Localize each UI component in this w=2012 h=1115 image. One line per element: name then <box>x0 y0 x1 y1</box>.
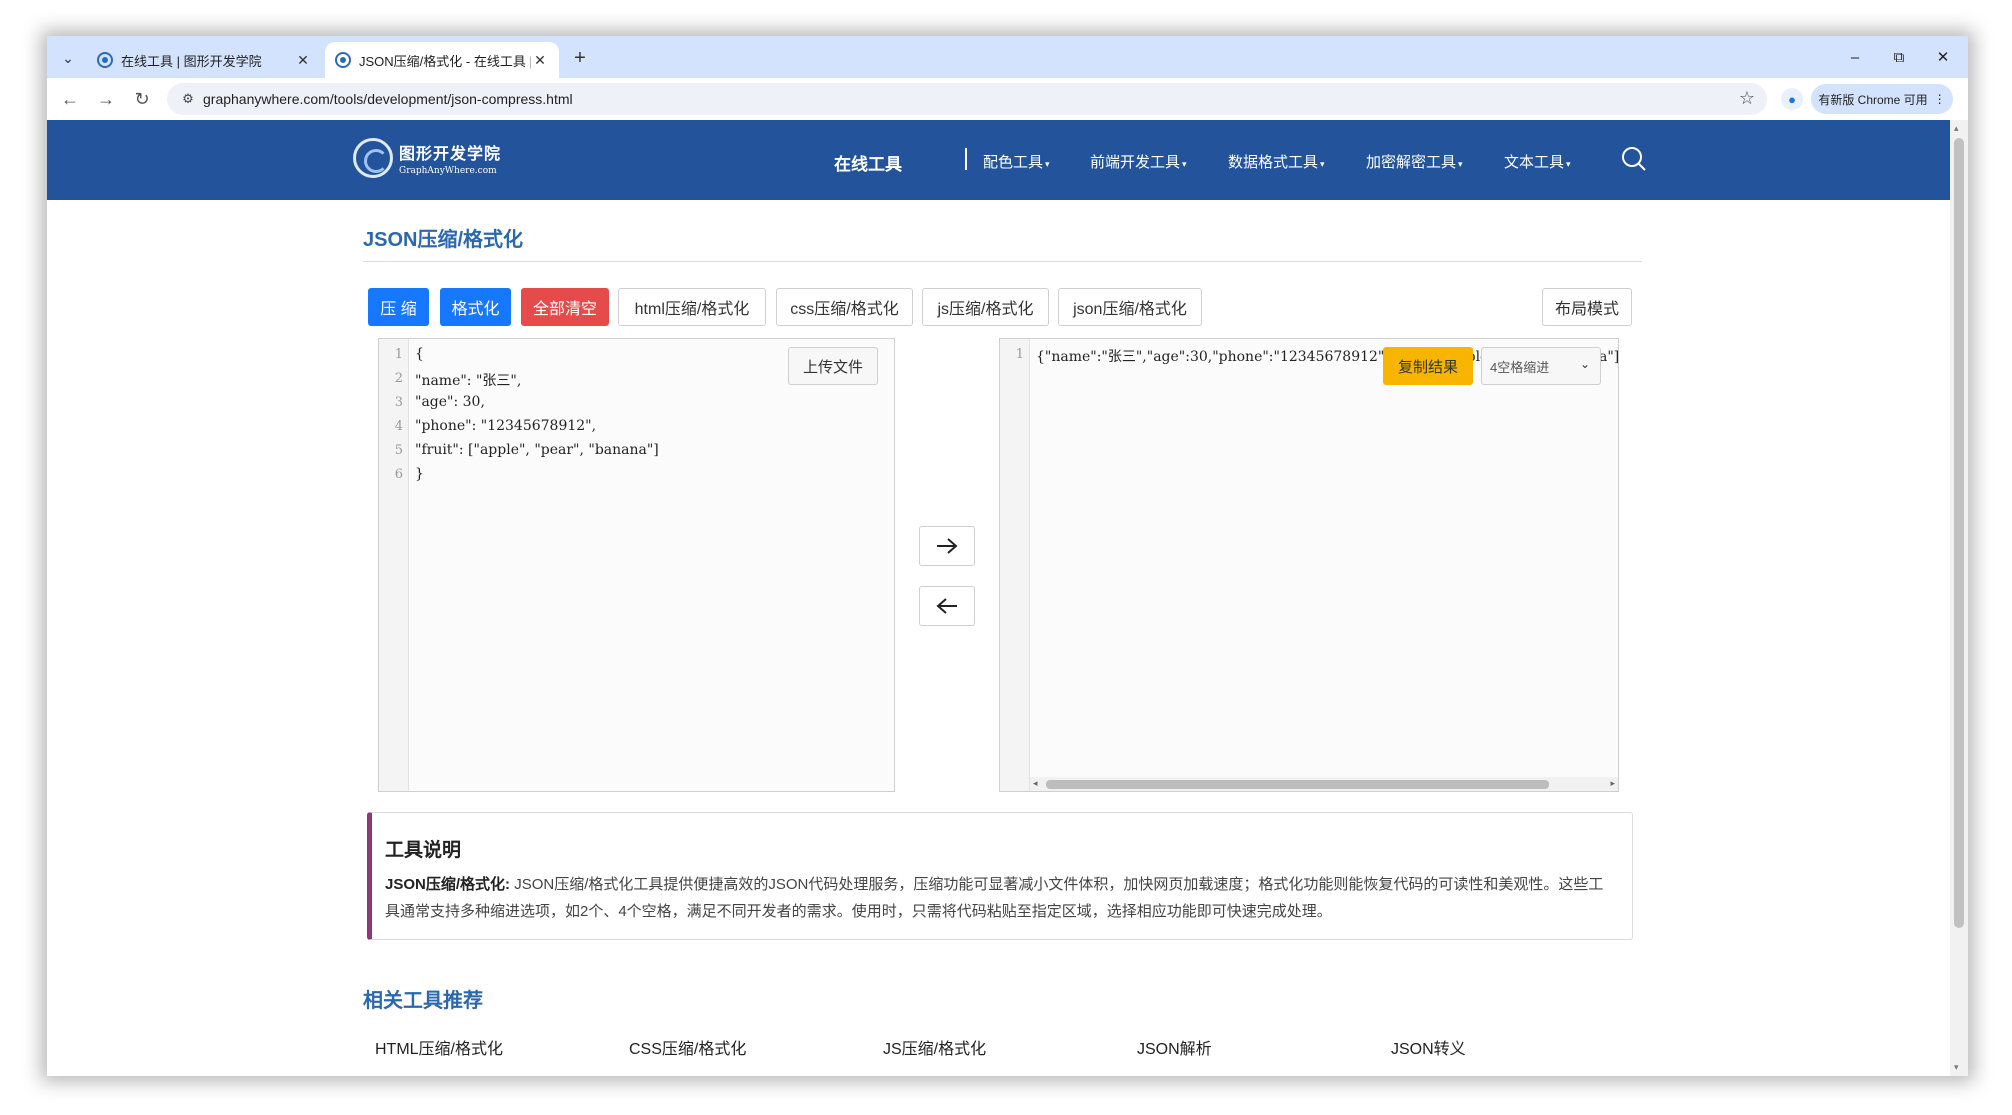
line-gutter: 1 2 3 4 5 6 <box>379 339 409 791</box>
bookmark-star-icon[interactable]: ☆ <box>1739 88 1755 109</box>
tab-close-icon[interactable]: ✕ <box>294 52 312 69</box>
nav-frontend-tools[interactable]: 前端开发工具 ▾ <box>1090 151 1187 172</box>
arrow-left-icon <box>936 598 957 614</box>
output-editor[interactable]: 1 {"name":"张三","age":30,"phone":"1234567… <box>999 338 1619 792</box>
update-chip-label: 有新版 Chrome 可用 <box>1818 92 1928 107</box>
related-tools-title: 相关工具推荐 <box>363 990 483 1012</box>
nav-crypto-tools[interactable]: 加密解密工具 ▾ <box>1366 151 1463 172</box>
nav-text-tools[interactable]: 文本工具 ▾ <box>1504 151 1571 172</box>
code-line: "name": "张三", <box>415 373 522 389</box>
json-tool-button[interactable]: json压缩/格式化 <box>1058 288 1202 326</box>
clear-all-button[interactable]: 全部清空 <box>521 288 609 326</box>
upload-file-button[interactable]: 上传文件 <box>788 347 878 385</box>
format-button[interactable]: 格式化 <box>440 288 511 326</box>
chrome-update-button[interactable]: 有新版 Chrome 可用 ⋮ <box>1811 84 1953 114</box>
arrow-left-button[interactable] <box>919 586 975 626</box>
browser-window: ⌄ 在线工具 | 图形开发学院 ✕ JSON压缩/格式化 - 在线工具 | ✕ … <box>47 36 1968 1076</box>
code-line: { <box>415 346 424 362</box>
layout-mode-button[interactable]: 布局模式 <box>1542 288 1632 326</box>
tab-close-icon[interactable]: ✕ <box>531 52 549 69</box>
url-text: graphanywhere.com/tools/development/json… <box>203 91 573 107</box>
logo-cn: 图形开发学院 <box>399 146 502 163</box>
page-scrollbar[interactable]: ▴ ▾ <box>1950 120 1968 1076</box>
page-title: JSON压缩/格式化 <box>363 229 524 251</box>
logo-en: GraphAnyWhere.com <box>399 166 497 176</box>
description-text: JSON压缩/格式化: JSON压缩/格式化工具提供便捷高效的JSON代码处理服… <box>385 871 1615 925</box>
html-tool-button[interactable]: html压缩/格式化 <box>618 288 766 326</box>
code-line: "phone": "12345678912", <box>415 418 597 434</box>
nav-color-tools[interactable]: 配色工具 ▾ <box>983 151 1050 172</box>
code-line: "age": 30, <box>415 394 485 410</box>
tool-description-panel: 工具说明 JSON压缩/格式化: JSON压缩/格式化工具提供便捷高效的JSON… <box>367 812 1633 940</box>
menu-dots-icon: ⋮ <box>1933 92 1946 106</box>
scroll-left-icon[interactable]: ◂ <box>1033 778 1038 789</box>
related-link-js[interactable]: JS压缩/格式化 <box>883 1035 986 1059</box>
caret-down-icon: ▾ <box>1566 159 1571 169</box>
site-favicon-icon <box>97 52 113 68</box>
address-bar[interactable]: ⚙ graphanywhere.com/tools/development/js… <box>167 83 1767 115</box>
indent-select[interactable]: 4空格缩进 ⌄ <box>1481 347 1601 385</box>
scroll-down-icon[interactable]: ▾ <box>1954 1062 1959 1073</box>
back-arrow-icon[interactable]: ← <box>57 86 83 112</box>
tab-online-tools[interactable]: 在线工具 | 图形开发学院 ✕ <box>87 42 322 78</box>
scrollbar-thumb[interactable] <box>1046 780 1549 789</box>
caret-down-icon: ▾ <box>1182 159 1187 169</box>
horizontal-scrollbar[interactable]: ◂ ▸ <box>1030 777 1618 791</box>
site-section-title[interactable]: 在线工具 <box>834 150 902 175</box>
description-lead: JSON压缩/格式化: <box>385 876 511 893</box>
screenshot-frame: ⌄ 在线工具 | 图形开发学院 ✕ JSON压缩/格式化 - 在线工具 | ✕ … <box>0 0 2012 1115</box>
related-link-json-escape[interactable]: JSON转义 <box>1391 1035 1466 1059</box>
scroll-right-icon[interactable]: ▸ <box>1610 778 1615 789</box>
css-tool-button[interactable]: css压缩/格式化 <box>776 288 913 326</box>
scroll-up-icon[interactable]: ▴ <box>1954 123 1959 134</box>
profile-avatar-icon[interactable]: ● <box>1781 88 1803 110</box>
indent-select-value: 4空格缩进 <box>1490 359 1550 375</box>
input-editor[interactable]: 1 2 3 4 5 6 { "name": "张三", "age": 30, "… <box>378 338 895 792</box>
description-heading: 工具说明 <box>385 840 462 861</box>
chevron-down-icon: ⌄ <box>1579 357 1590 371</box>
copy-result-button[interactable]: 复制结果 <box>1383 347 1473 385</box>
restore-icon[interactable]: ⧉ <box>1877 42 1921 72</box>
js-tool-button[interactable]: js压缩/格式化 <box>922 288 1049 326</box>
related-link-html[interactable]: HTML压缩/格式化 <box>375 1035 503 1059</box>
page-scrollbar-thumb[interactable] <box>1954 138 1964 928</box>
caret-down-icon: ▾ <box>1045 159 1050 169</box>
related-link-json-parse[interactable]: JSON解析 <box>1137 1035 1212 1059</box>
caret-down-icon: ▾ <box>1320 159 1325 169</box>
minimize-icon[interactable]: – <box>1833 42 1877 72</box>
page-viewport: 图形开发学院 GraphAnyWhere.com 在线工具 配色工具 ▾ 前端开发… <box>47 120 1950 1076</box>
window-close-icon[interactable]: ✕ <box>1921 42 1965 72</box>
compress-button[interactable]: 压 缩 <box>368 288 429 326</box>
tab-json-compress[interactable]: JSON压缩/格式化 - 在线工具 | ✕ <box>325 42 559 78</box>
logo-mark-icon <box>353 138 393 178</box>
tab-search-chevron-icon[interactable]: ⌄ <box>55 45 81 71</box>
description-body: JSON压缩/格式化工具提供便捷高效的JSON代码处理服务，压缩功能可显著减小文… <box>385 876 1604 920</box>
site-logo[interactable]: 图形开发学院 GraphAnyWhere.com <box>353 138 501 178</box>
tab-strip: ⌄ 在线工具 | 图形开发学院 ✕ JSON压缩/格式化 - 在线工具 | ✕ … <box>47 36 1968 78</box>
site-favicon-icon <box>335 52 351 68</box>
tab-title: JSON压缩/格式化 - 在线工具 | <box>359 53 531 69</box>
caret-down-icon: ▾ <box>1458 159 1463 169</box>
line-gutter: 1 <box>1000 339 1030 791</box>
site-info-icon[interactable]: ⚙ <box>173 91 203 107</box>
search-icon[interactable] <box>1621 146 1647 172</box>
related-link-css[interactable]: CSS压缩/格式化 <box>629 1035 746 1059</box>
code-line: } <box>415 466 424 482</box>
new-tab-plus-icon[interactable]: + <box>567 45 593 71</box>
code-line: "fruit": ["apple", "pear", "banana"] <box>415 442 659 458</box>
logo-text: 图形开发学院 GraphAnyWhere.com <box>399 140 501 176</box>
title-divider <box>363 261 1642 262</box>
arrow-right-button[interactable] <box>919 526 975 566</box>
tab-title: 在线工具 | 图形开发学院 <box>121 53 262 69</box>
site-header: 图形开发学院 GraphAnyWhere.com 在线工具 配色工具 ▾ 前端开发… <box>47 120 1950 200</box>
arrow-right-icon <box>937 538 958 554</box>
nav-divider <box>965 148 967 170</box>
nav-data-format-tools[interactable]: 数据格式工具 ▾ <box>1228 151 1325 172</box>
browser-toolbar: ← → ↻ ⚙ graphanywhere.com/tools/developm… <box>47 78 1968 120</box>
forward-arrow-icon[interactable]: → <box>93 86 119 112</box>
reload-icon[interactable]: ↻ <box>129 86 155 112</box>
